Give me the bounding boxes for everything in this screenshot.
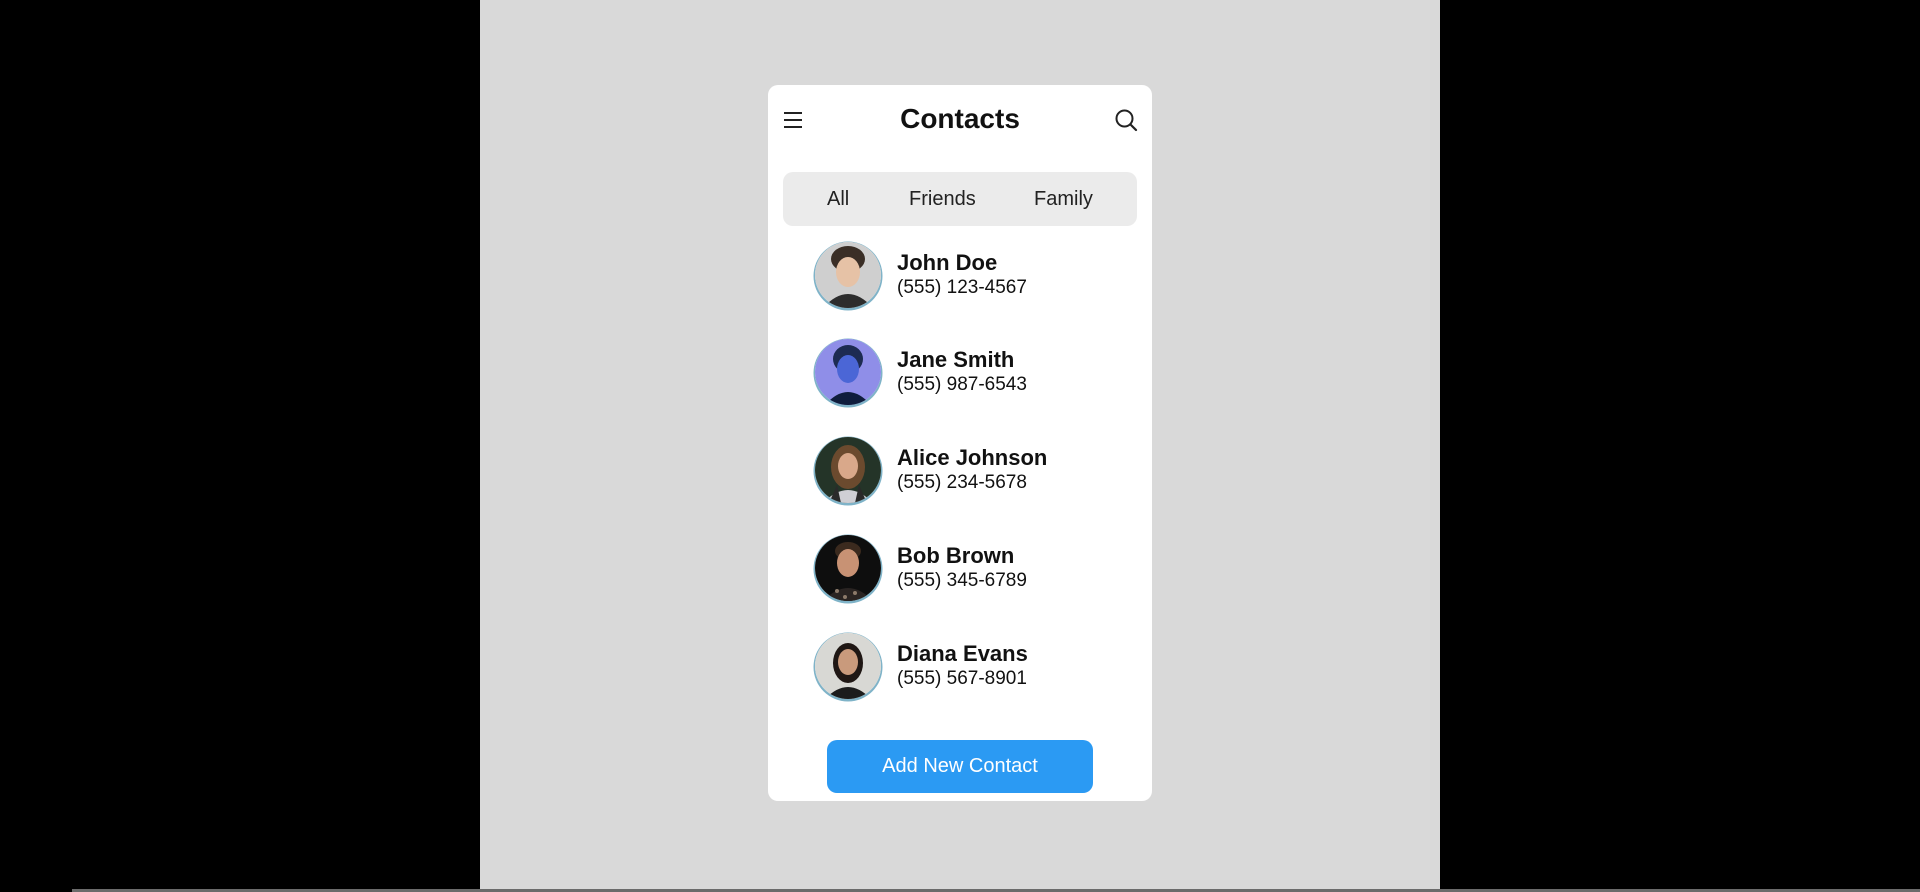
- avatar: [815, 242, 881, 308]
- contact-name: Jane Smith: [897, 347, 1015, 372]
- page-title: Contacts: [900, 103, 1020, 134]
- app-header: Contacts: [768, 85, 1152, 155]
- avatar: [815, 535, 881, 601]
- contact-name: Alice Johnson: [897, 445, 1048, 470]
- search-button[interactable]: [1114, 108, 1138, 132]
- add-contact-button[interactable]: Add New Contact: [827, 740, 1093, 793]
- filter-tabs: All Friends Family: [783, 172, 1137, 226]
- tab-family[interactable]: Family: [1034, 188, 1093, 211]
- search-icon: [1115, 109, 1138, 132]
- contact-name: John Doe: [897, 250, 998, 275]
- contact-item[interactable]: Jane Smith (555) 987-6543: [815, 339, 1115, 407]
- contact-item[interactable]: Diana Evans (555) 567-8901: [815, 633, 1115, 701]
- contact-phone: (555) 234-5678: [897, 472, 1027, 493]
- tab-all[interactable]: All: [827, 188, 849, 211]
- contact-item[interactable]: John Doe (555) 123-4567: [815, 242, 1115, 310]
- contact-phone: (555) 987-6543: [897, 374, 1027, 395]
- contact-name: Bob Brown: [897, 543, 1015, 568]
- avatar: [815, 437, 881, 503]
- contact-item[interactable]: Alice Johnson (555) 234-5678: [815, 437, 1115, 505]
- tab-friends[interactable]: Friends: [909, 188, 976, 211]
- contact-phone: (555) 345-6789: [897, 570, 1027, 591]
- contacts-card: Contacts All Friends Family John Doe (55…: [768, 85, 1152, 801]
- avatar: [815, 339, 881, 405]
- contact-item[interactable]: Bob Brown (555) 345-6789: [815, 535, 1115, 603]
- avatar: [815, 633, 881, 699]
- contact-phone: (555) 123-4567: [897, 277, 1027, 298]
- contact-name: Diana Evans: [897, 641, 1028, 666]
- contact-phone: (555) 567-8901: [897, 668, 1027, 689]
